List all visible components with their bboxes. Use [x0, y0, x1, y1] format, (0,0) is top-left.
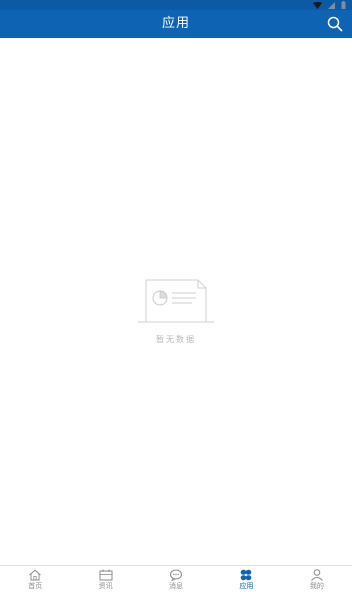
- status-icons: [313, 0, 346, 10]
- home-icon: [29, 569, 42, 581]
- document-chart-icon: [138, 279, 214, 323]
- apps-icon: [241, 569, 252, 581]
- empty-state-text: 暂无数据: [156, 335, 196, 344]
- tab-profile-label: 我的: [309, 582, 324, 590]
- status-bar: [0, 0, 352, 10]
- news-icon: [99, 569, 113, 581]
- tab-apps-label: 应用: [239, 582, 254, 590]
- tab-apps[interactable]: 应用: [211, 566, 281, 592]
- tab-messages-label: 消息: [169, 582, 184, 590]
- page-title: 应用: [161, 16, 190, 31]
- bottom-tab-bar: 首页 资讯 消息 应用 我的: [0, 565, 352, 592]
- main-content: 暂无数据: [0, 38, 352, 565]
- tab-home[interactable]: 首页: [0, 566, 70, 592]
- tab-messages[interactable]: 消息: [141, 566, 211, 592]
- app-header: 应用: [0, 10, 352, 38]
- battery-icon: [341, 1, 346, 9]
- search-button[interactable]: [326, 15, 344, 33]
- search-icon: [327, 16, 343, 32]
- tab-news-label: 资讯: [98, 582, 113, 590]
- tab-home-label: 首页: [28, 582, 43, 590]
- wifi-icon: [313, 1, 322, 9]
- tab-news[interactable]: 资讯: [70, 566, 140, 592]
- profile-icon: [310, 569, 323, 581]
- tab-profile[interactable]: 我的: [282, 566, 352, 592]
- empty-state: 暂无数据: [136, 278, 216, 348]
- signal-icon: [328, 1, 335, 9]
- message-icon: [170, 569, 183, 581]
